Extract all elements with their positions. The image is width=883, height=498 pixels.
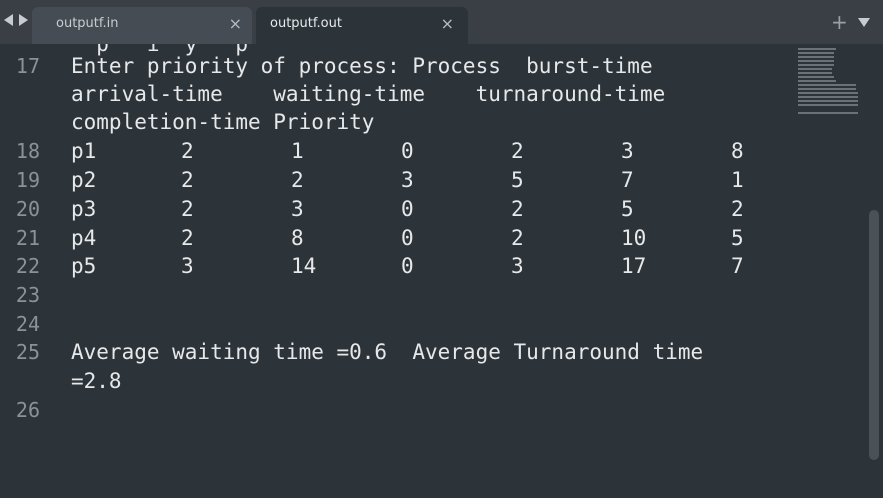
table-value-cell: 3 <box>621 139 634 163</box>
table-value-cell: 5 <box>621 197 634 221</box>
tab-label: outputf.out <box>270 16 342 31</box>
process-name-cell: p1 <box>71 139 97 163</box>
table-value-cell: 0 <box>401 197 414 221</box>
table-value-cell: 5 <box>731 226 744 250</box>
table-value-cell: 3 <box>401 168 414 192</box>
nav-left-icon[interactable] <box>4 14 13 26</box>
table-value-cell: 3 <box>291 197 304 221</box>
table-value-cell: 5 <box>511 168 524 192</box>
table-value-cell: 17 <box>621 254 647 278</box>
line-number-gutter: 17 18 19 20 21 22 23 24 25 26 <box>0 44 60 498</box>
process-name-cell: p3 <box>71 197 97 221</box>
table-value-cell: 2 <box>511 226 524 250</box>
table-value-cell: 2 <box>181 197 194 221</box>
table-value-cell: 7 <box>621 168 634 192</box>
table-value-cell: 8 <box>291 226 304 250</box>
tab-outputf-out[interactable]: outputf.out × <box>256 7 468 44</box>
table-value-cell: 2 <box>731 197 744 221</box>
line-number: 25 <box>15 340 40 364</box>
code-line: Average waiting time =0.6 Average Turnar… <box>71 340 704 364</box>
table-value-cell: 1 <box>291 139 304 163</box>
table-value-cell: 1 <box>731 168 744 192</box>
table-value-cell: 14 <box>291 254 317 278</box>
code-line: Enter priority of process: Process burst… <box>71 54 653 78</box>
close-icon[interactable]: × <box>229 14 242 33</box>
line-number: 19 <box>15 168 40 192</box>
line-number: 17 <box>15 54 40 78</box>
new-tab-icon[interactable]: + <box>831 10 848 34</box>
tab-bar: outputf.in × outputf.out × + <box>0 0 883 44</box>
table-value-cell: 2 <box>181 139 194 163</box>
table-value-cell: 10 <box>621 226 647 250</box>
line-number: 21 <box>15 226 40 250</box>
table-value-cell: 0 <box>401 226 414 250</box>
process-name-cell: p4 <box>71 226 97 250</box>
table-value-cell: 8 <box>731 139 744 163</box>
table-value-cell: 2 <box>511 139 524 163</box>
table-value-cell: 7 <box>731 254 744 278</box>
code-line: =2.8 <box>71 369 122 393</box>
code-line: completion-time Priority <box>71 110 375 134</box>
table-value-cell: 0 <box>401 254 414 278</box>
tab-outputf-in[interactable]: outputf.in × <box>32 7 252 44</box>
table-value-cell: 2 <box>511 197 524 221</box>
table-value-cell: 3 <box>511 254 524 278</box>
line-number: 24 <box>15 312 40 336</box>
minimap[interactable] <box>798 48 862 118</box>
line-number: 22 <box>15 254 40 278</box>
code-line: arrival-time waiting-time turnaround-tim… <box>71 82 666 106</box>
table-value-cell: 2 <box>181 168 194 192</box>
nav-right-icon[interactable] <box>19 14 28 26</box>
tab-label: outputf.in <box>56 16 119 31</box>
process-name-cell: p2 <box>71 168 97 192</box>
text-editor[interactable]: p i y p 17 18 19 20 21 22 23 24 25 26 En… <box>0 44 883 498</box>
line-number: 18 <box>15 139 40 163</box>
line-number: 20 <box>15 197 40 221</box>
table-value-cell: 3 <box>181 254 194 278</box>
close-icon[interactable]: × <box>441 14 454 33</box>
table-value-cell: 2 <box>291 168 304 192</box>
tab-menu-chevron-down-icon[interactable] <box>858 18 870 27</box>
scrollbar-thumb[interactable] <box>869 210 879 460</box>
table-value-cell: 0 <box>401 139 414 163</box>
process-name-cell: p5 <box>71 254 97 278</box>
table-value-cell: 2 <box>181 226 194 250</box>
line-number: 23 <box>15 283 40 307</box>
line-number: 26 <box>15 398 40 422</box>
